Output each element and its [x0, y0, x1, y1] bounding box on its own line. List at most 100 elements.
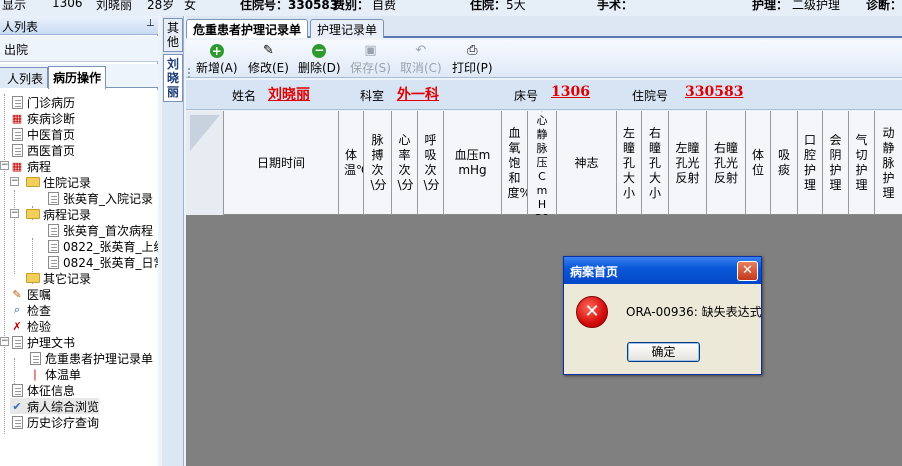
- column-pulse[interactable]: 脉搏次\分: [364, 111, 392, 215]
- tree-item[interactable]: 0822_张英育_上级: [46, 238, 158, 254]
- folder-icon: [26, 271, 40, 285]
- tree-item[interactable]: 中医首页: [10, 126, 75, 142]
- collapse-toggle[interactable]: −: [10, 209, 19, 218]
- column-suction[interactable]: 吸痰: [771, 111, 798, 215]
- info-nursing-label: 护理：: [752, 0, 789, 12]
- info-ward: 5大: [506, 0, 526, 12]
- tree-item[interactable]: ⌕ 检查: [10, 302, 51, 318]
- left-panel: 人列表 ⊥ 出院 人列表 病历操作 门诊病历 ▦ 疾病诊断 中医首页 西医首页 −…: [0, 16, 158, 466]
- edit-button[interactable]: ✎ 修改(E): [248, 42, 289, 76]
- dialog-title: 病案首页: [570, 265, 619, 279]
- column-right-pupil-reflex[interactable]: 右瞳孔光反射: [707, 111, 746, 215]
- record-grid: 日期时间 体温℃ 脉搏次\分 心率次\分 呼吸次\分 血压mmHg 血氧饱和度%…: [186, 111, 902, 466]
- patient-info-bar: 显示 1306 刘晓丽 28岁 女 住院号：330583 费别： 自费 住院： …: [0, 0, 902, 16]
- grid-corner: [186, 111, 224, 215]
- close-icon[interactable]: ✕: [737, 261, 758, 281]
- tab-patient-list[interactable]: 人列表: [0, 67, 48, 88]
- column-consciousness[interactable]: 神志: [557, 111, 617, 215]
- tab-patient[interactable]: 刘晓丽: [163, 54, 183, 102]
- tree-item[interactable]: 张英育_入院记录: [46, 190, 153, 206]
- thermometer-icon: ❘: [30, 367, 40, 381]
- column-right-pupil-size[interactable]: 右瞳孔大小: [642, 111, 669, 215]
- tree-item[interactable]: 危重患者护理记录单: [28, 350, 153, 366]
- column-position[interactable]: 体位: [746, 111, 771, 215]
- tree-item[interactable]: 西医首页: [10, 142, 75, 158]
- tree-item[interactable]: ✗ 检验: [10, 318, 51, 334]
- calendar-icon: ▦: [11, 159, 23, 173]
- tree-item[interactable]: 0824_张英育_日常: [46, 254, 158, 270]
- info-fee: 自费: [372, 0, 397, 12]
- doc-icon: [46, 223, 60, 237]
- dept-label: 科室: [360, 89, 385, 103]
- tab-other[interactable]: 其他: [163, 18, 183, 52]
- tree-item[interactable]: ✎ 医嘱: [10, 286, 51, 302]
- tree-item[interactable]: ▦ 疾病诊断: [10, 110, 75, 126]
- calendar-icon: ▦: [11, 111, 23, 125]
- search-doc-icon: ⌕: [13, 303, 21, 316]
- printer-icon: ⎙: [467, 43, 478, 58]
- column-cvp[interactable]: 中心静脉压CmH20: [528, 111, 557, 215]
- patient-inpatient-no: 330583: [685, 84, 744, 100]
- column-temperature[interactable]: 体温℃: [339, 111, 364, 215]
- discharge-button[interactable]: 出院: [0, 36, 158, 62]
- add-button[interactable]: + 新增(A): [196, 42, 238, 76]
- print-button[interactable]: ⎙ 打印(P): [452, 42, 493, 76]
- info-bed: 1306: [52, 0, 83, 10]
- column-perineal-care[interactable]: 会阴护理: [823, 111, 849, 215]
- dialog-body: ✕ ORA-00936: 缺失表达式 确定: [564, 284, 762, 374]
- name-label: 姓名: [232, 89, 257, 103]
- tree-item[interactable]: 住院记录: [26, 174, 91, 190]
- tree-item[interactable]: 体征信息: [10, 382, 75, 398]
- tree-item[interactable]: 护理文书: [10, 334, 75, 350]
- tree-item-selected[interactable]: ✔ 病人综合浏览: [10, 398, 100, 414]
- collapse-toggle[interactable]: −: [0, 337, 9, 346]
- tree-item[interactable]: 历史诊疗查询: [10, 414, 99, 430]
- lab-icon: ✗: [12, 319, 22, 333]
- discharge-label: 出院: [4, 43, 29, 57]
- panel-header: 人列表 ⊥: [0, 16, 158, 35]
- info-fee-label: 费别：: [333, 0, 370, 12]
- tree-item[interactable]: 病程记录: [26, 206, 91, 222]
- tab-critical-care-record[interactable]: 危重患者护理记录单: [186, 19, 309, 38]
- delete-button[interactable]: − 删除(D): [298, 42, 341, 76]
- column-tracheotomy-care[interactable]: 气切护理: [849, 111, 875, 215]
- undo-icon: ↶: [415, 43, 427, 58]
- info-diagnosis-label: 诊断：: [866, 0, 902, 12]
- tree-item[interactable]: ❘ 体温单: [28, 366, 81, 382]
- column-vascular-care[interactable]: 动静脉护理: [875, 111, 902, 215]
- doc-icon: [46, 191, 60, 205]
- corner-triangle: [190, 115, 220, 151]
- ok-button[interactable]: 确定: [627, 342, 700, 362]
- folder-icon: [26, 175, 40, 189]
- edit-icon: ✎: [263, 43, 274, 58]
- column-datetime[interactable]: 日期时间: [224, 111, 339, 215]
- column-oral-care[interactable]: 口腔护理: [798, 111, 823, 215]
- column-left-pupil-size[interactable]: 左瞳孔大小: [617, 111, 642, 215]
- doc-icon: [28, 351, 42, 365]
- tree-item[interactable]: 其它记录: [26, 270, 91, 286]
- tree-item[interactable]: ▦ 病程: [10, 158, 51, 174]
- save-button[interactable]: ▣ 保存(S): [350, 42, 391, 76]
- record-tree: 门诊病历 ▦ 疾病诊断 中医首页 西医首页 − ▦ 病程 − 住院记录 张英育_入院…: [0, 90, 158, 466]
- column-blood-pressure[interactable]: 血压mmHg: [444, 111, 502, 215]
- info-inpatient-no: 住院号：330583: [240, 0, 339, 12]
- collapse-toggle[interactable]: −: [10, 177, 19, 186]
- column-respiration[interactable]: 呼吸次\分: [418, 111, 444, 215]
- pin-icon[interactable]: ⊥: [146, 18, 155, 29]
- tab-nursing-record[interactable]: 护理记录单: [310, 19, 385, 38]
- tree-item[interactable]: 张英育_首次病程: [46, 222, 153, 238]
- collapse-toggle[interactable]: −: [0, 161, 9, 170]
- column-left-pupil-reflex[interactable]: 左瞳孔光反射: [669, 111, 707, 215]
- column-spo2[interactable]: 血氧饱和度%: [502, 111, 528, 215]
- patient-dept: 外一科: [397, 87, 439, 103]
- tree-item[interactable]: 门诊病历: [10, 94, 75, 110]
- tab-record-operations[interactable]: 病历操作: [48, 66, 107, 89]
- patient-header: 姓名 刘晓丽 科室 外一科 床号 1306 住院号 330583: [186, 80, 902, 110]
- info-age: 28岁: [147, 0, 175, 12]
- check-icon: ✔: [12, 399, 22, 413]
- grid-header: 日期时间 体温℃ 脉搏次\分 心率次\分 呼吸次\分 血压mmHg 血氧饱和度%…: [186, 111, 902, 215]
- column-heart-rate[interactable]: 心率次\分: [392, 111, 418, 215]
- main-area: 危重患者护理记录单 护理记录单 + 新增(A) ✎ 修改(E) − 删除(D) ▣ 保存…: [186, 16, 902, 466]
- cancel-button[interactable]: ↶ 取消(C): [400, 42, 442, 76]
- doc-icon: [10, 95, 24, 109]
